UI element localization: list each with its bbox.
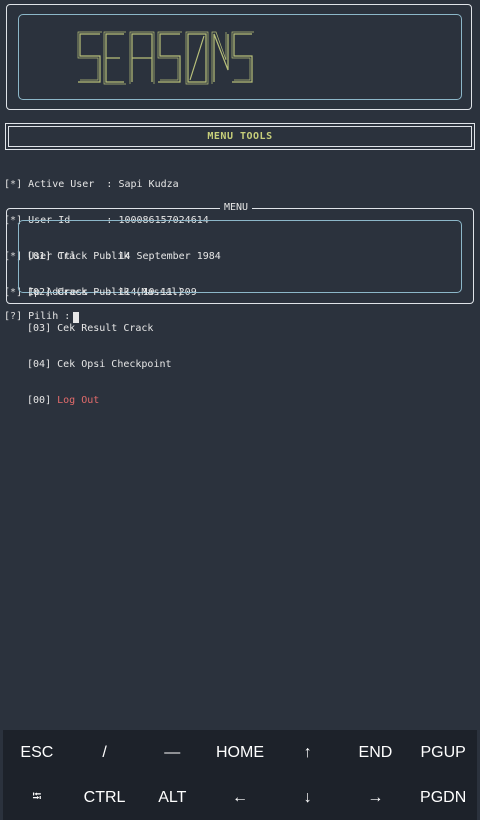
menu-item-cek-result-crack[interactable]: [03] Cek Result Crack bbox=[27, 323, 184, 335]
key-dash[interactable]: — bbox=[138, 730, 206, 775]
menu-item-crack-publik-massal[interactable]: [02] Crack Publik (Massal) bbox=[27, 287, 184, 299]
menu-list: [01] Crack Publik [02] Crack Publik (Mas… bbox=[27, 227, 184, 431]
key-alt[interactable]: ALT bbox=[138, 775, 206, 820]
terminal-screen[interactable]: MENU TOOLS [*] Active User : Sapi Kudza … bbox=[0, 0, 480, 728]
extra-keys-bar: ESC / — HOME ↑ END PGUP ⭾ CTRL ALT ← ↓ →… bbox=[3, 730, 477, 820]
key-down-arrow[interactable]: ↓ bbox=[274, 775, 342, 820]
key-left-arrow[interactable]: ← bbox=[206, 775, 274, 820]
user-info-row: [*] Active User : Sapi Kudza bbox=[4, 179, 179, 190]
key-ctrl[interactable]: CTRL bbox=[71, 775, 139, 820]
key-right-arrow[interactable]: → bbox=[342, 775, 410, 820]
key-end[interactable]: END bbox=[342, 730, 410, 775]
key-home[interactable]: HOME bbox=[206, 730, 274, 775]
menu-label: MENU bbox=[220, 202, 253, 213]
menu-tools-header: MENU TOOLS bbox=[5, 123, 475, 150]
key-slash[interactable]: / bbox=[71, 730, 139, 775]
menu-item-crack-publik[interactable]: [01] Crack Publik bbox=[27, 251, 184, 263]
key-pgdn[interactable]: PGDN bbox=[409, 775, 477, 820]
key-esc[interactable]: ESC bbox=[3, 730, 71, 775]
ascii-logo bbox=[77, 31, 254, 85]
text-cursor bbox=[73, 311, 80, 323]
key-up-arrow[interactable]: ↑ bbox=[274, 730, 342, 775]
menu-item-cek-opsi-checkpoint[interactable]: [04] Cek Opsi Checkpoint bbox=[27, 359, 184, 371]
menu-tools-title: MENU TOOLS bbox=[8, 126, 472, 147]
input-prompt[interactable]: [?] Pilih : bbox=[4, 311, 80, 323]
prompt-text: Pilih : bbox=[28, 311, 71, 322]
key-tab-icon[interactable]: ⭾ bbox=[3, 775, 71, 820]
active-user-value: Sapi Kudza bbox=[118, 179, 179, 190]
key-pgup[interactable]: PGUP bbox=[409, 730, 477, 775]
menu-item-log-out[interactable]: [00] Log Out bbox=[27, 395, 184, 407]
